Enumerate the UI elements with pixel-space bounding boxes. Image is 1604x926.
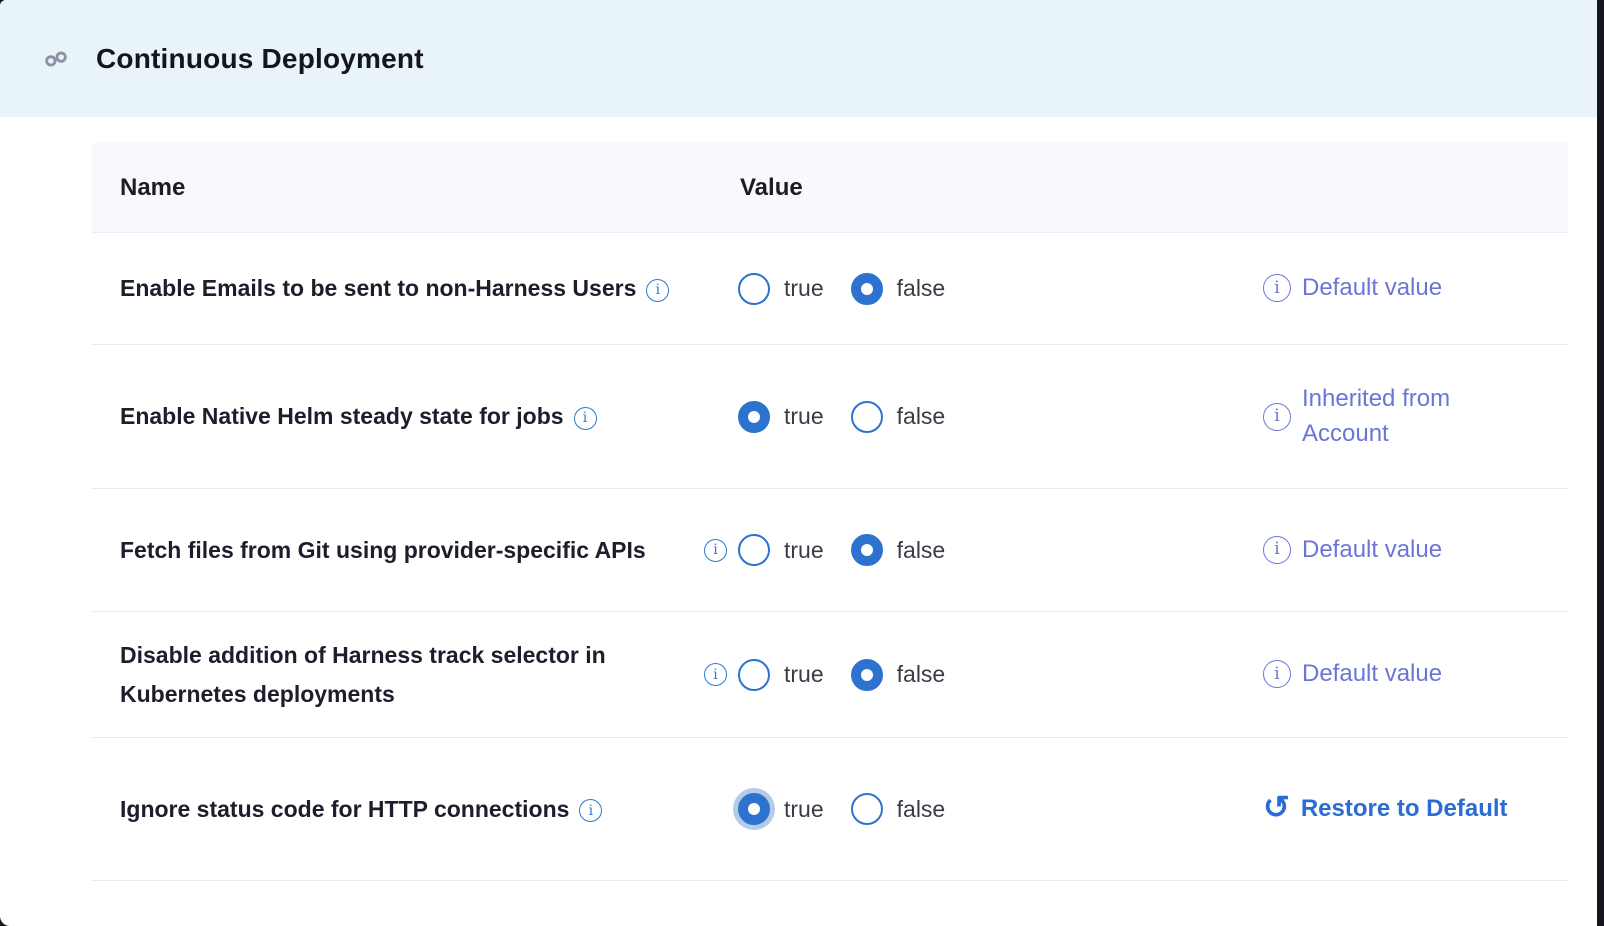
setting-value-cell: i true false: [704, 534, 1263, 566]
setting-name-cell: Ignore status code for HTTP connections i: [92, 790, 704, 829]
status-label: Inherited from Account: [1302, 382, 1497, 450]
radio-false[interactable]: [851, 793, 883, 825]
table-header-row: Name Value: [92, 143, 1568, 233]
setting-status-cell: ↺ Restore to Default: [1263, 792, 1568, 826]
restore-to-default-button[interactable]: Restore to Default: [1301, 792, 1508, 826]
radio-false[interactable]: [851, 659, 883, 691]
radio-true[interactable]: [738, 659, 770, 691]
radio-false-label[interactable]: false: [897, 537, 946, 564]
info-icon[interactable]: i: [1263, 403, 1291, 431]
table-row: Enable Native Helm steady state for jobs…: [92, 345, 1568, 489]
radio-true-label[interactable]: true: [784, 661, 824, 688]
page-title: Continuous Deployment: [96, 43, 424, 75]
setting-name: Disable addition of Harness track select…: [120, 642, 606, 707]
radio-true-label[interactable]: true: [784, 537, 824, 564]
setting-name-cell: Fetch files from Git using provider-spec…: [92, 531, 704, 570]
setting-status-cell: i Default value: [1263, 657, 1568, 691]
column-header-value: Value: [704, 174, 1263, 202]
setting-name-cell: Enable Emails to be sent to non-Harness …: [92, 269, 704, 308]
setting-name: Enable Native Helm steady state for jobs: [120, 403, 564, 429]
column-header-name: Name: [92, 174, 704, 202]
section-header: Continuous Deployment: [0, 0, 1597, 117]
status-label: Default value: [1302, 533, 1442, 567]
table-row: Enable Emails to be sent to non-Harness …: [92, 233, 1568, 345]
setting-name-cell: Disable addition of Harness track select…: [92, 636, 704, 713]
setting-status-cell: i Inherited from Account: [1263, 382, 1568, 450]
info-icon[interactable]: i: [704, 663, 727, 686]
radio-true-label[interactable]: true: [784, 275, 824, 302]
info-icon[interactable]: i: [579, 799, 602, 822]
radio-false[interactable]: [851, 273, 883, 305]
info-icon[interactable]: i: [1263, 660, 1291, 688]
radio-false-label[interactable]: false: [897, 661, 946, 688]
settings-page: Continuous Deployment Name Value Enable …: [0, 0, 1597, 926]
info-icon[interactable]: i: [1263, 536, 1291, 564]
radio-true[interactable]: [738, 401, 770, 433]
radio-true[interactable]: [738, 793, 770, 825]
restore-icon[interactable]: ↺: [1263, 791, 1290, 823]
info-icon[interactable]: i: [574, 407, 597, 430]
radio-true-label[interactable]: true: [784, 403, 824, 430]
info-icon[interactable]: i: [704, 539, 727, 562]
window-edge: [1597, 0, 1604, 926]
info-icon[interactable]: i: [1263, 274, 1291, 302]
setting-status-cell: i Default value: [1263, 271, 1568, 305]
radio-true[interactable]: [738, 273, 770, 305]
table-row: Disable addition of Harness track select…: [92, 612, 1568, 738]
radio-false[interactable]: [851, 534, 883, 566]
radio-false[interactable]: [851, 401, 883, 433]
setting-value-cell: i true false: [704, 793, 1263, 825]
setting-name: Ignore status code for HTTP connections: [120, 796, 569, 822]
setting-value-cell: i true false: [704, 273, 1263, 305]
setting-value-cell: i true false: [704, 401, 1263, 433]
setting-name-cell: Enable Native Helm steady state for jobs…: [92, 397, 704, 436]
radio-false-label[interactable]: false: [897, 796, 946, 823]
status-label: Default value: [1302, 271, 1442, 305]
radio-true-label[interactable]: true: [784, 796, 824, 823]
table-row: Fetch files from Git using provider-spec…: [92, 489, 1568, 612]
link-icon[interactable]: [42, 45, 70, 73]
status-label: Default value: [1302, 657, 1442, 691]
radio-false-label[interactable]: false: [897, 275, 946, 302]
setting-value-cell: i true false: [704, 659, 1263, 691]
info-icon[interactable]: i: [646, 279, 669, 302]
setting-name: Enable Emails to be sent to non-Harness …: [120, 275, 636, 301]
radio-false-label[interactable]: false: [897, 403, 946, 430]
setting-name: Fetch files from Git using provider-spec…: [120, 537, 646, 563]
settings-table: Name Value Enable Emails to be sent to n…: [92, 143, 1568, 881]
table-row: Ignore status code for HTTP connections i…: [92, 738, 1568, 881]
setting-status-cell: i Default value: [1263, 533, 1568, 567]
radio-true[interactable]: [738, 534, 770, 566]
table-body: Enable Emails to be sent to non-Harness …: [92, 233, 1568, 881]
